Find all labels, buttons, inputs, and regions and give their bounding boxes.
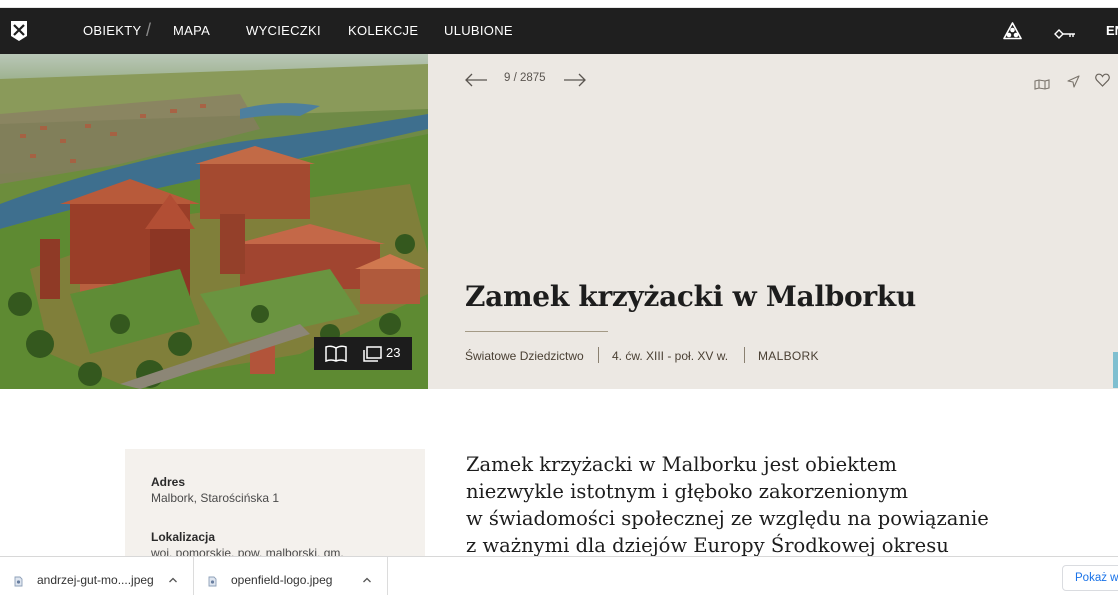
- side-tab[interactable]: [1113, 352, 1118, 388]
- description-line: z ważnymi dla dziejów Europy Środkowej o…: [466, 534, 949, 557]
- location-label: Lokalizacja: [151, 530, 216, 544]
- description-line: niezwykle istotnym i głęboko zakorzenion…: [466, 480, 908, 503]
- arrow-left-icon[interactable]: [464, 72, 488, 91]
- show-all-downloads-button[interactable]: Pokaż ws: [1062, 565, 1118, 591]
- download-filename[interactable]: openfield-logo.jpeg: [231, 573, 332, 587]
- logo-icon[interactable]: [10, 20, 28, 42]
- hero-photo[interactable]: 23: [0, 54, 428, 389]
- description-text: Zamek krzyżacki w Malborku jest obiektem…: [466, 451, 989, 559]
- meta-separator: [744, 347, 745, 363]
- location-arrow-icon[interactable]: [1067, 73, 1080, 92]
- nav-item-wycieczki[interactable]: WYCIECZKI: [246, 23, 321, 38]
- heart-icon[interactable]: [1095, 72, 1110, 91]
- gallery-icon[interactable]: [363, 346, 382, 366]
- network-icon[interactable]: [1003, 22, 1022, 45]
- map-icon[interactable]: [1034, 75, 1050, 94]
- description-line: Zamek krzyżacki w Malborku jest obiektem: [466, 453, 897, 476]
- description-line: w świadomości społecznej ze względu na p…: [466, 507, 989, 530]
- nav-separator: /: [146, 20, 152, 40]
- download-item[interactable]: openfield-logo.jpeg: [194, 557, 388, 595]
- gallery-count: 23: [386, 345, 401, 360]
- meta-category[interactable]: Światowe Dziedzictwo: [465, 349, 584, 363]
- file-icon: [14, 572, 23, 591]
- hero-info-panel: 9 / 2875 Zamek krzyżacki w Malborku Świa…: [428, 54, 1118, 389]
- file-icon: [208, 572, 217, 591]
- show-all-label: Pokaż ws: [1075, 572, 1118, 584]
- nav-item-kolekcje[interactable]: KOLEKCJE: [348, 23, 418, 38]
- browser-top-strip: [0, 0, 1118, 8]
- download-filename[interactable]: andrzej-gut-mo....jpeg: [37, 573, 154, 587]
- language-switch[interactable]: EN: [1106, 23, 1118, 38]
- arrow-right-icon[interactable]: [563, 72, 587, 91]
- chevron-up-icon[interactable]: [362, 570, 372, 589]
- info-box: Adres Malbork, Starościńska 1 Lokalizacj…: [125, 449, 425, 560]
- address-label: Adres: [151, 475, 186, 489]
- address-value: Malbork, Starościńska 1: [151, 491, 280, 505]
- gallery-bar[interactable]: 23: [314, 337, 412, 370]
- meta-period[interactable]: 4. ćw. XIII - poł. XV w.: [612, 349, 728, 363]
- chevron-up-icon[interactable]: [168, 570, 178, 589]
- book-map-icon[interactable]: [325, 345, 347, 366]
- page-title: Zamek krzyżacki w Malborku: [465, 280, 916, 313]
- download-item[interactable]: andrzej-gut-mo....jpeg: [0, 557, 194, 595]
- site-navbar: OBIEKTY / MAPA WYCIECZKI KOLEKCJE ULUBIO…: [0, 8, 1118, 54]
- meta-separator: [598, 347, 599, 363]
- pager-counter: 9 / 2875: [504, 72, 546, 84]
- key-icon[interactable]: [1054, 25, 1076, 44]
- downloads-bar: andrzej-gut-mo....jpeg openfield-logo.jp…: [0, 556, 1118, 595]
- meta-place[interactable]: MALBORK: [758, 349, 819, 363]
- nav-item-obiekty[interactable]: OBIEKTY: [83, 23, 141, 38]
- nav-item-ulubione[interactable]: ULUBIONE: [444, 23, 513, 38]
- title-divider: [465, 331, 608, 332]
- nav-item-mapa[interactable]: MAPA: [173, 23, 210, 38]
